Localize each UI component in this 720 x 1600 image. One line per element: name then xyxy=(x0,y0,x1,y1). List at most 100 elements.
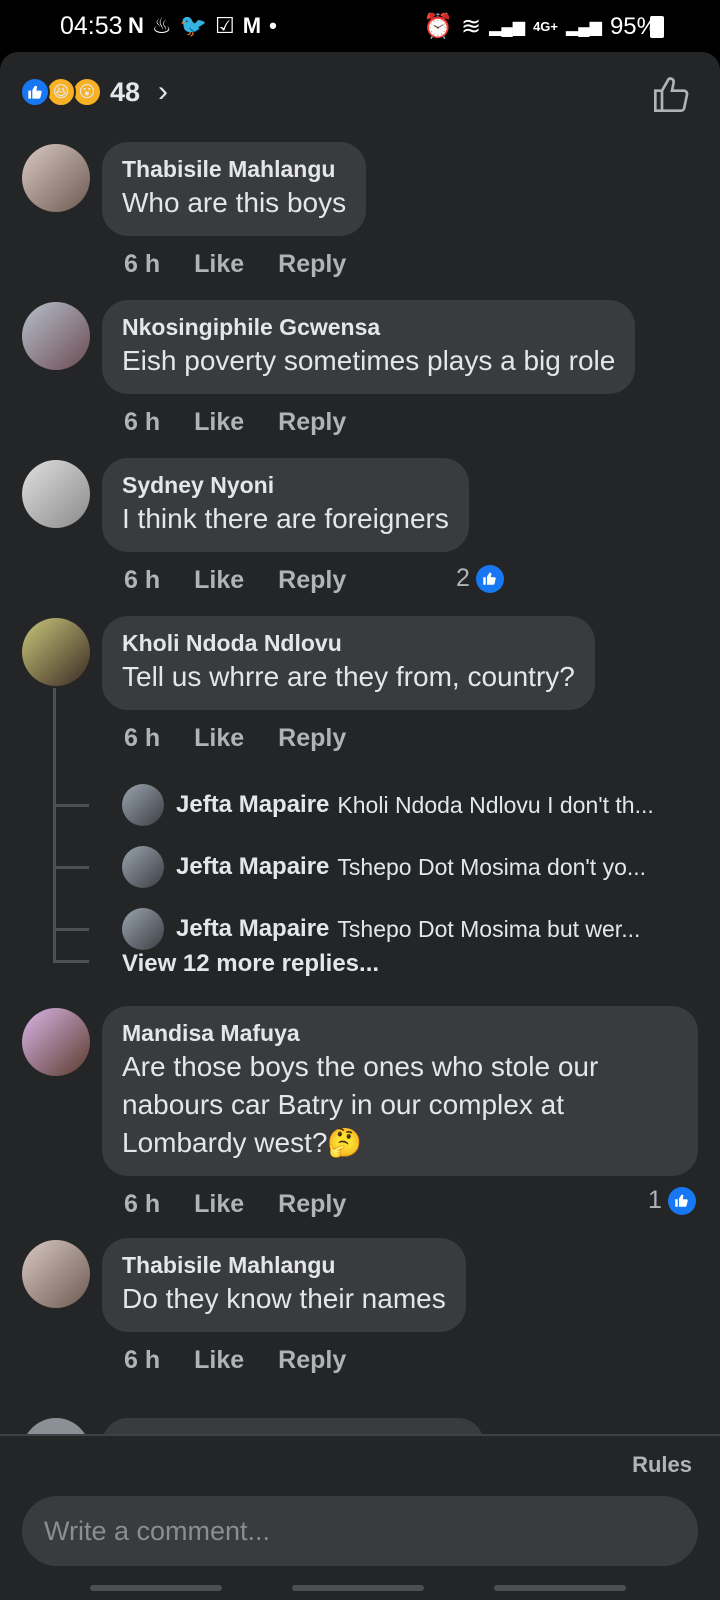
comment-reaction-count[interactable]: 2 xyxy=(456,564,504,593)
gmail-icon: M xyxy=(242,13,262,38)
comment-text: I think there are foreigners xyxy=(122,503,449,534)
comment-text: Tell us whrre are they from, country? xyxy=(122,661,575,692)
network-type: 4G+ xyxy=(533,19,558,34)
reply-item[interactable]: Jefta Mapaire Tshepo Dot Mosima don't yo… xyxy=(122,846,702,888)
comment-actions: 6 h Like Reply xyxy=(124,408,346,437)
nav-home-gesture[interactable] xyxy=(292,1585,424,1591)
avatar[interactable] xyxy=(122,846,164,888)
avatar[interactable] xyxy=(22,1240,90,1308)
reply-author[interactable]: Jefta Mapaire xyxy=(176,791,329,819)
reply-button[interactable]: Reply xyxy=(278,566,346,595)
comment-actions: 6 h Like Reply xyxy=(124,724,346,753)
reply-item[interactable]: Jefta Mapaire Tshepo Dot Mosima but wer.… xyxy=(122,908,702,950)
comment-bubble[interactable]: Nkosingiphile Gcwensa Eish poverty somet… xyxy=(102,300,636,394)
comment-text: Do they know their names xyxy=(122,1283,446,1314)
reply-text: Kholi Ndoda Ndlovu I don't th... xyxy=(337,791,654,818)
reaction-count-value: 2 xyxy=(456,564,470,592)
comment-author[interactable]: Kholi Ndoda Ndlovu xyxy=(122,628,575,658)
thread-line xyxy=(53,688,56,963)
system-status: ⏰ ≋ ▂▄▆ 4G+ ▂▄▆ 95% xyxy=(423,12,658,41)
signal-icon: ▂▄▆ xyxy=(489,18,526,36)
comment-time: 6 h xyxy=(124,1346,161,1374)
rules-link[interactable]: Rules xyxy=(632,1452,692,1478)
comment-input[interactable] xyxy=(22,1496,698,1566)
reaction-count: 48 xyxy=(110,76,141,107)
comment-bubble[interactable]: Kholi Ndoda Ndlovu Tell us whrre are the… xyxy=(102,616,595,710)
comment-composer: Rules xyxy=(0,1434,720,1600)
comment-time: 6 h xyxy=(124,566,161,594)
comment-author[interactable]: Nkosingiphile Gcwensa xyxy=(122,312,615,342)
like-icon[interactable] xyxy=(652,74,692,114)
avatar[interactable] xyxy=(22,302,90,370)
status-bar: 04:53 N ♨ 🐦 ☑ M • ⏰ ≋ ▂▄▆ 4G+ ▂▄▆ 95% xyxy=(0,0,720,52)
comment-author[interactable]: Thabisile Mahlangu xyxy=(122,154,346,184)
comment-author[interactable]: Sydney Nyoni xyxy=(122,470,449,500)
like-button[interactable]: Like xyxy=(194,566,244,595)
comment-time: 6 h xyxy=(124,724,161,752)
nav-back-gesture[interactable] xyxy=(90,1585,222,1591)
avatar[interactable] xyxy=(22,1008,90,1076)
battery-icon xyxy=(650,16,664,38)
thread-branch xyxy=(53,866,89,869)
comment-reaction-count[interactable]: 1 xyxy=(648,1186,696,1215)
comment-bubble[interactable]: Thabisile Mahlangu Do they know their na… xyxy=(102,1238,466,1332)
like-button[interactable]: Like xyxy=(194,724,244,753)
comment-bubble[interactable]: Mandisa Mafuya Are those boys the ones w… xyxy=(102,1006,698,1176)
reply-button[interactable]: Reply xyxy=(278,250,346,279)
comment-time: 6 h xyxy=(124,1190,161,1218)
reaction-count-value: 1 xyxy=(648,1186,662,1214)
reply-button[interactable]: Reply xyxy=(278,408,346,437)
reply-text: Tshepo Dot Mosima don't yo... xyxy=(337,853,647,880)
reply-button[interactable]: Reply xyxy=(278,1346,346,1375)
thread-branch xyxy=(53,960,89,963)
signal-icon-2: ▂▄▆ xyxy=(566,18,602,36)
comment-time: 6 h xyxy=(124,250,161,278)
comments-screen: 😆 😮 48 › Thabisile Mahlangu Who are this… xyxy=(0,52,720,1600)
comment-text: Are those boys the ones who stole our na… xyxy=(122,1051,599,1158)
comment-author[interactable]: Mandisa Mafuya xyxy=(122,1018,678,1048)
reply-button[interactable]: Reply xyxy=(278,1190,346,1219)
avatar[interactable] xyxy=(122,784,164,826)
status-time: 04:53 xyxy=(60,12,123,40)
like-reaction-icon xyxy=(667,1186,696,1215)
wifi-icon: ≋ xyxy=(461,13,482,40)
reply-item[interactable]: Jefta Mapaire Kholi Ndoda Ndlovu I don't… xyxy=(122,784,702,826)
thread-branch xyxy=(53,928,89,931)
avatar[interactable] xyxy=(122,908,164,950)
comment-text: Eish poverty sometimes plays a big role xyxy=(122,345,616,376)
reply-author[interactable]: Jefta Mapaire xyxy=(176,853,329,881)
like-reaction-icon xyxy=(20,77,50,107)
alarm-icon: ⏰ xyxy=(423,13,453,40)
reply-author[interactable]: Jefta Mapaire xyxy=(176,915,329,943)
thread-branch xyxy=(53,804,89,807)
dot-icon: • xyxy=(269,13,277,38)
reaction-icons: 😆 😮 xyxy=(20,75,106,109)
comment-actions: 6 h Like Reply xyxy=(124,250,346,279)
nav-recent-gesture[interactable] xyxy=(494,1585,626,1591)
like-button[interactable]: Like xyxy=(194,1190,244,1219)
comment-actions: 6 h Like Reply xyxy=(124,566,346,595)
chevron-right-icon[interactable]: › xyxy=(158,75,168,109)
avatar[interactable] xyxy=(22,460,90,528)
like-button[interactable]: Like xyxy=(194,250,244,279)
comment-text: Who are this boys xyxy=(122,187,347,218)
comment-bubble[interactable]: Sydney Nyoni I think there are foreigner… xyxy=(102,458,469,552)
comment-actions: 6 h Like Reply xyxy=(124,1190,346,1219)
avatar[interactable] xyxy=(22,618,90,686)
gesture-bar xyxy=(0,1574,720,1600)
comment-actions: 6 h Like Reply xyxy=(124,1346,346,1375)
like-button[interactable]: Like xyxy=(194,1346,244,1375)
reply-text: Tshepo Dot Mosima but wer... xyxy=(337,915,641,942)
like-reaction-icon xyxy=(475,564,504,593)
reaction-summary[interactable]: 😆 😮 48 › xyxy=(20,72,168,112)
avatar[interactable] xyxy=(22,144,90,212)
reply-button[interactable]: Reply xyxy=(278,724,346,753)
view-more-replies-link[interactable]: View 12 more replies... xyxy=(122,950,379,978)
comment-author[interactable]: Thabisile Mahlangu xyxy=(122,1250,446,1280)
notification-icons: N ♨ 🐦 ☑ M • xyxy=(128,13,277,39)
comment-bubble[interactable]: Thabisile Mahlangu Who are this boys xyxy=(102,142,367,236)
bell-icon: ♨ xyxy=(151,13,172,38)
wow-reaction-icon: 😮 xyxy=(72,77,102,107)
check-icon: ☑ xyxy=(215,13,235,38)
like-button[interactable]: Like xyxy=(194,408,244,437)
